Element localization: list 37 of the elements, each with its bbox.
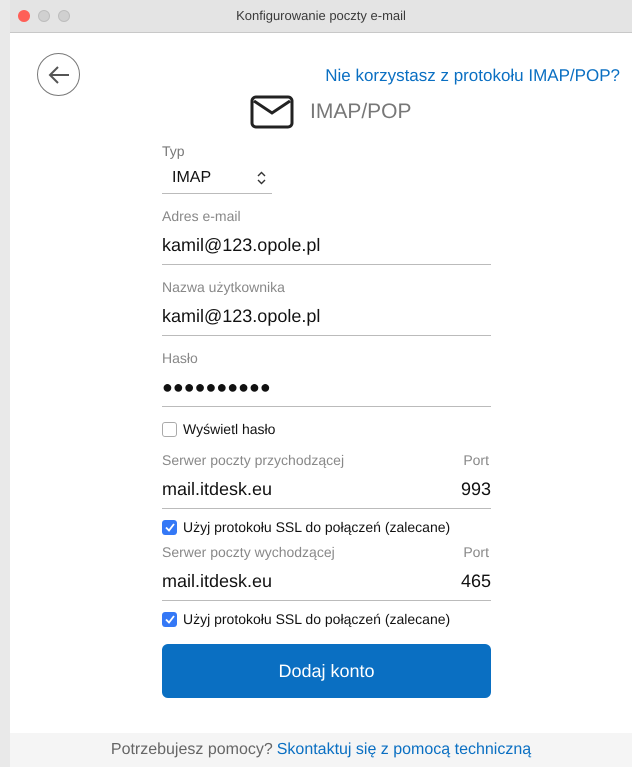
envelope-icon bbox=[250, 95, 294, 129]
server-field[interactable]: mail.itdesk.eu bbox=[162, 476, 431, 503]
field-label: Serwer poczty przychodzącej bbox=[162, 451, 344, 470]
window-title: Konfigurowanie poczty e-mail bbox=[235, 7, 407, 26]
support-link[interactable]: Skontaktuj się z pomocą techniczną bbox=[276, 738, 532, 762]
field-label: Adres e-mail bbox=[162, 207, 241, 226]
port-field[interactable]: 993 bbox=[431, 476, 491, 503]
checkbox[interactable] bbox=[162, 612, 177, 627]
field-label: Typ bbox=[162, 142, 185, 161]
server-field[interactable]: mail.itdesk.eu bbox=[162, 568, 431, 595]
back-button[interactable] bbox=[37, 53, 80, 96]
field-label: Serwer poczty wychodzącej bbox=[162, 543, 335, 562]
password-field[interactable]: ●●●●●●●●●● bbox=[162, 369, 491, 407]
field-label: Hasło bbox=[162, 349, 198, 368]
input-field[interactable]: kamil@123.opole.pl bbox=[162, 298, 491, 336]
checkmark-icon bbox=[164, 523, 174, 532]
type-select[interactable]: IMAP bbox=[162, 162, 272, 194]
help-text: Potrzebujesz pomocy? bbox=[110, 740, 273, 760]
port-label: Port bbox=[463, 543, 490, 562]
checkmark-icon bbox=[164, 615, 174, 624]
close-button[interactable] bbox=[18, 10, 30, 22]
port-field[interactable]: 465 bbox=[431, 568, 491, 595]
port-label: Port bbox=[463, 451, 490, 470]
checkbox-label: Użyj protokołu SSL do połączeń (zalecane) bbox=[183, 610, 450, 629]
input-field[interactable]: kamil@123.opole.pl bbox=[162, 227, 491, 265]
minimize-button[interactable] bbox=[38, 10, 50, 22]
chevron-updown-icon bbox=[257, 170, 266, 184]
field-label: Nazwa użytkownika bbox=[162, 278, 285, 297]
back-arrow-icon bbox=[46, 64, 70, 84]
zoom-button[interactable] bbox=[58, 10, 70, 22]
checkbox-label: Wyświetl hasło bbox=[183, 420, 276, 439]
checkbox[interactable] bbox=[162, 422, 177, 437]
protocol-link[interactable]: Nie korzystasz z protokołu IMAP/POP? bbox=[325, 63, 620, 88]
add-account-button[interactable]: Dodaj konto bbox=[162, 644, 491, 698]
checkbox-label: Użyj protokołu SSL do połączeń (zalecane) bbox=[183, 518, 450, 537]
checkbox[interactable] bbox=[162, 520, 177, 535]
protocol-heading: IMAP/POP bbox=[310, 99, 412, 126]
